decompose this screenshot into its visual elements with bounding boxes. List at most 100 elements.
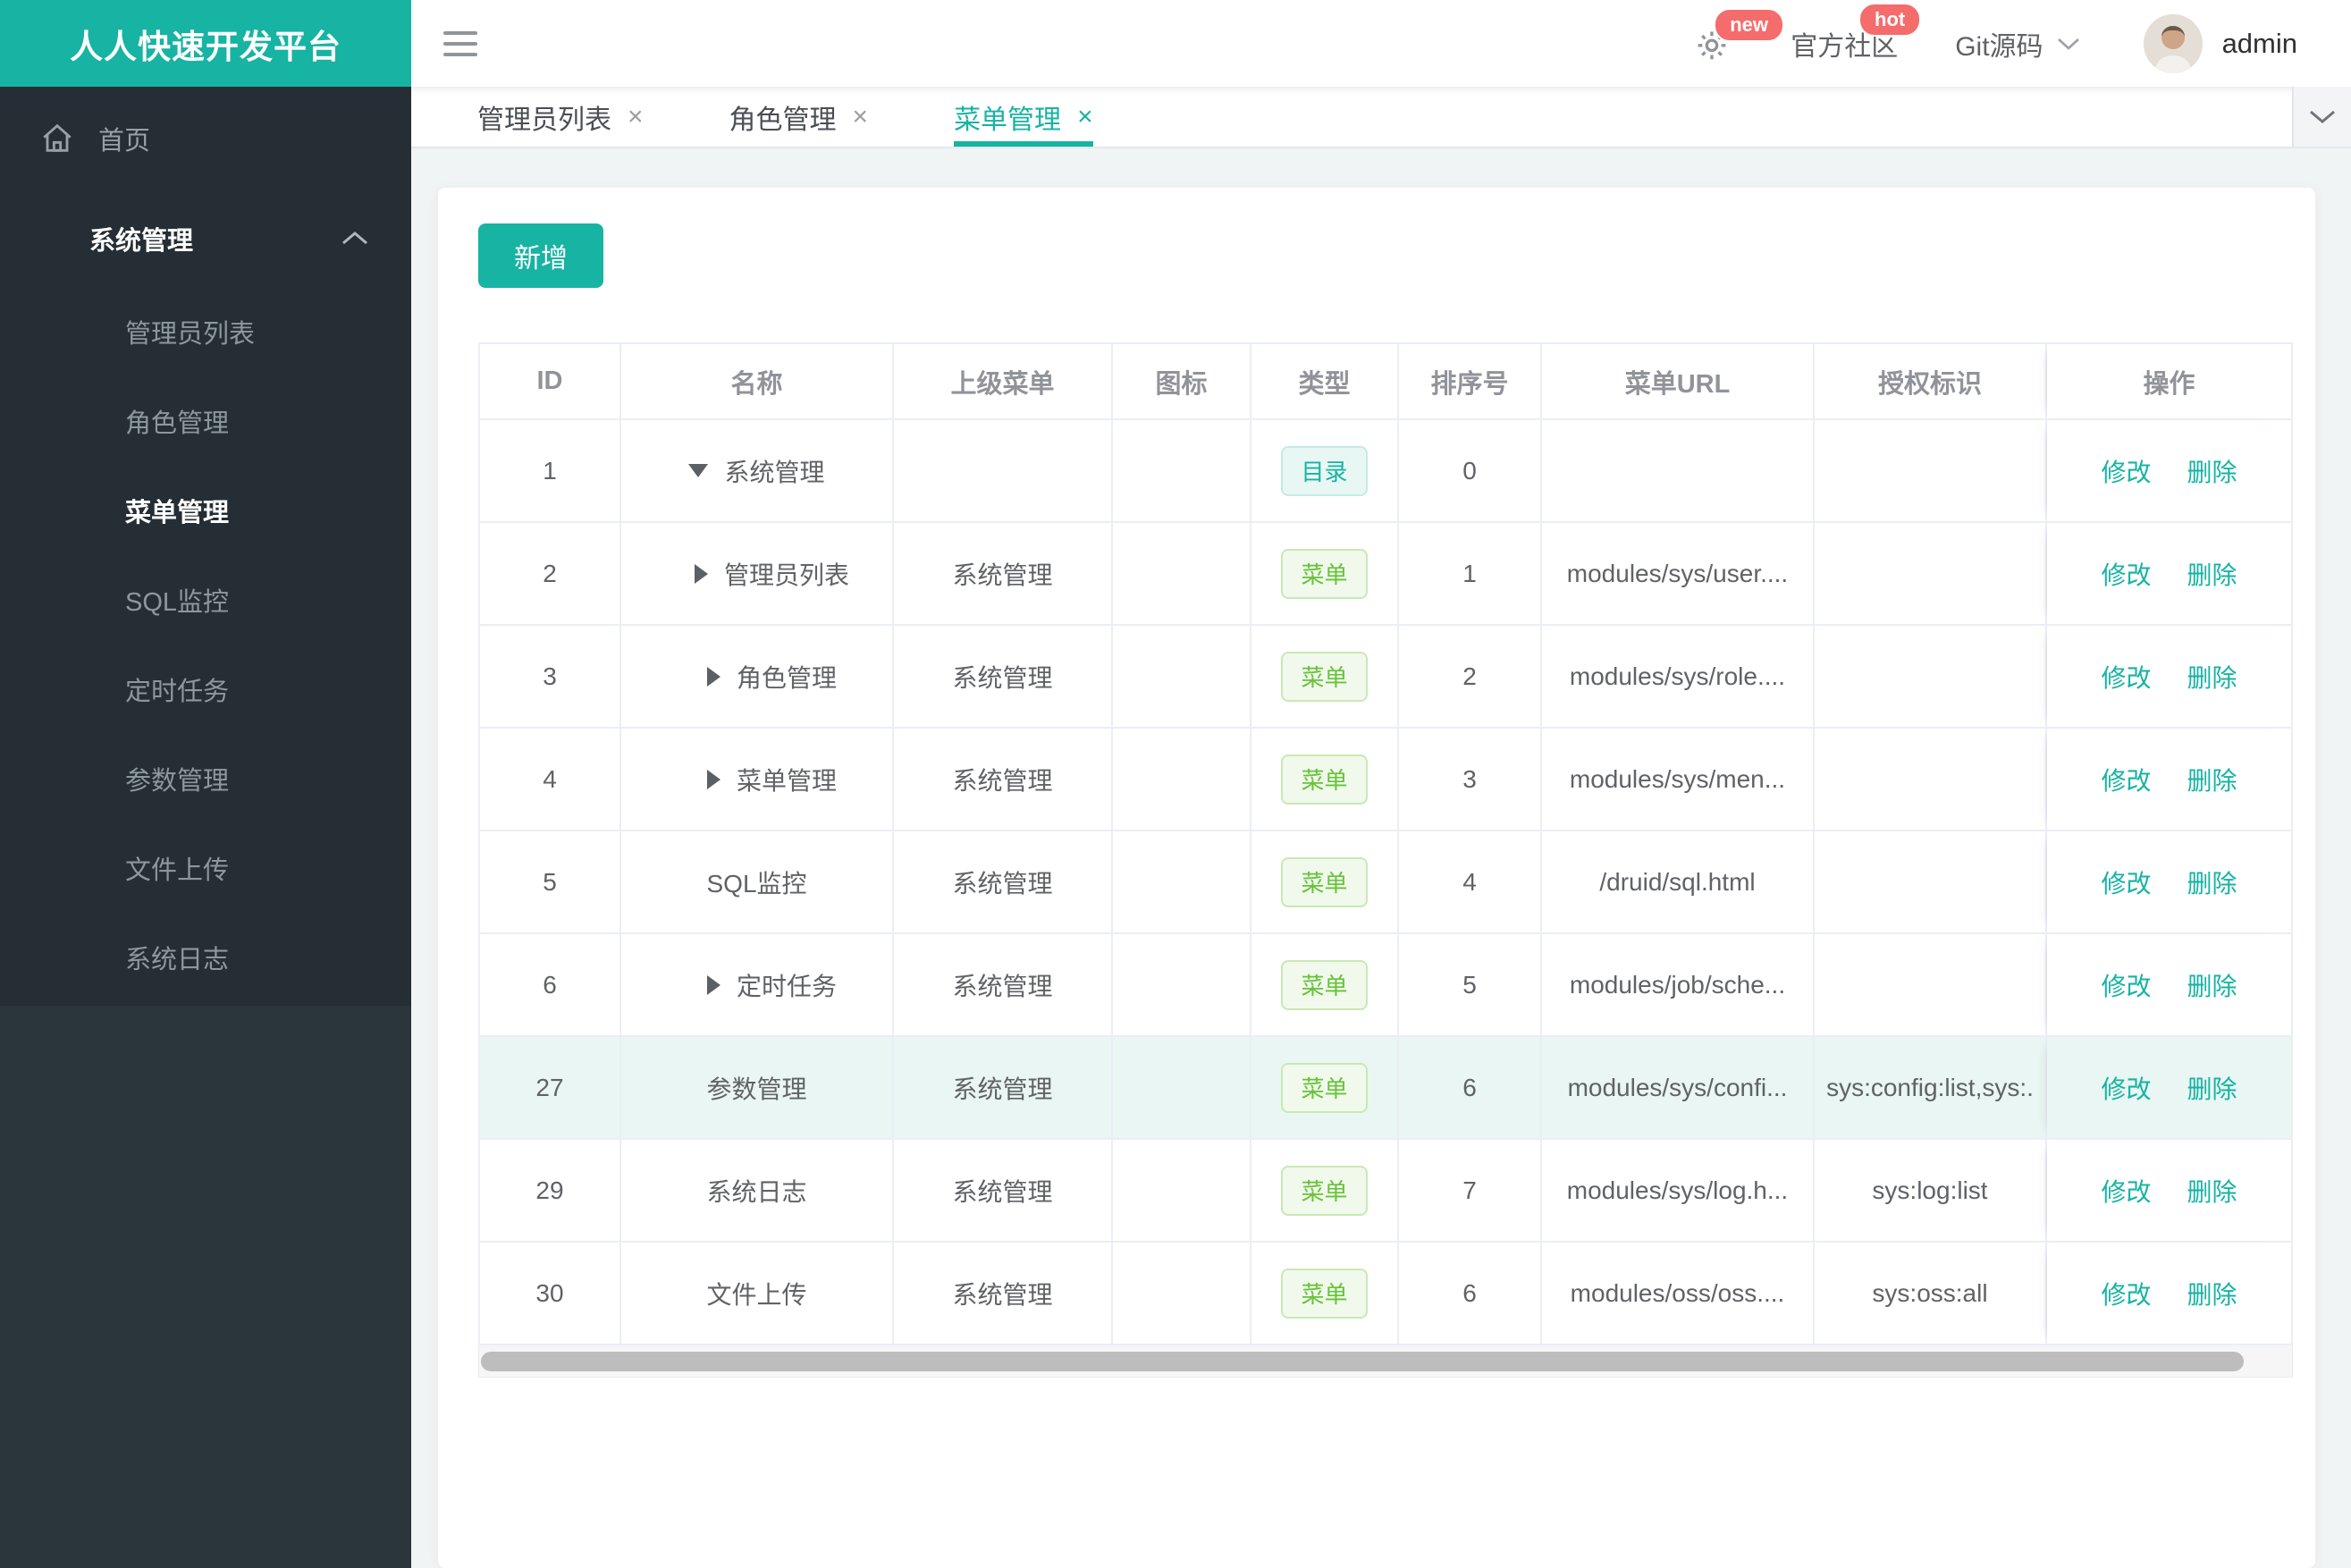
edit-link[interactable]: 修改: [2101, 864, 2151, 900]
expand-arrow-icon[interactable]: [706, 974, 720, 995]
delete-link[interactable]: 删除: [2187, 762, 2237, 797]
menu-name: 文件上传: [706, 1280, 807, 1309]
cell-menu-url: modules/oss/oss....: [1542, 1243, 1815, 1344]
tab-close-icon[interactable]: ×: [628, 102, 644, 132]
cell-permission: sys:config:list,sys:.: [1815, 1037, 2047, 1138]
collapse-arrow-icon[interactable]: [688, 464, 709, 477]
cell-order: 2: [1399, 626, 1542, 727]
cell-permission: [1815, 831, 2047, 932]
tab-close-icon[interactable]: ×: [1077, 102, 1093, 132]
add-button[interactable]: 新增: [478, 223, 603, 288]
cell-order: 0: [1399, 420, 1542, 521]
sidebar-item-0[interactable]: 管理员列表: [0, 287, 411, 376]
edit-link[interactable]: 修改: [2101, 659, 2151, 695]
delete-link[interactable]: 删除: [2187, 453, 2237, 489]
cell-actions: 修改 删除: [2047, 831, 2291, 932]
sidebar-item-4[interactable]: 定时任务: [0, 645, 411, 734]
sidebar-menu: 首页 系统管理 管理员列表 角色管理 菜单管理 SQL监控 定时任务 参数管理 文件上传 系统…: [0, 87, 411, 1006]
horizontal-scrollbar-thumb[interactable]: [481, 1352, 2244, 1371]
sidebar-item-3[interactable]: SQL监控: [0, 555, 411, 645]
edit-link[interactable]: 修改: [2101, 1276, 2151, 1311]
cell-type: 菜单: [1251, 1140, 1399, 1241]
cell-id: 1: [480, 420, 621, 521]
edit-link[interactable]: 修改: [2101, 967, 2151, 1003]
cell-order: 1: [1399, 523, 1542, 624]
delete-link[interactable]: 删除: [2187, 1070, 2237, 1106]
cell-menu-url: modules/sys/user....: [1542, 523, 1815, 624]
delete-link[interactable]: 删除: [2187, 556, 2237, 592]
settings-button[interactable]: new: [1692, 7, 1785, 65]
menu-table: ID 名称 上级菜单 图标 类型 排序号 菜单URL 授权标识 操作 1 系统管理 目录 0 修改 删除 2…: [478, 342, 2293, 1345]
app-title: 人人快速开发平台: [70, 28, 341, 65]
cell-icon: [1113, 626, 1251, 727]
edit-link[interactable]: 修改: [2101, 762, 2151, 797]
cell-parent-menu: [894, 420, 1113, 521]
community-link[interactable]: 官方社区 hot: [1791, 2, 1922, 63]
menu-name: 参数管理: [706, 1075, 807, 1103]
type-badge: 菜单: [1281, 856, 1368, 907]
sidebar-item-2[interactable]: 菜单管理: [0, 466, 411, 555]
type-badge: 目录: [1281, 445, 1368, 496]
cell-type: 菜单: [1251, 729, 1399, 830]
delete-link[interactable]: 删除: [2187, 967, 2237, 1003]
column-header-5: 排序号: [1399, 344, 1542, 418]
cell-order: 6: [1399, 1243, 1542, 1344]
cell-parent-menu: 系统管理: [894, 1243, 1113, 1344]
tab-label: 菜单管理: [954, 105, 1062, 135]
tab-2[interactable]: 菜单管理 ×: [954, 87, 1093, 147]
delete-link[interactable]: 删除: [2187, 864, 2237, 900]
cell-name: 定时任务: [621, 934, 894, 1035]
cell-permission: [1815, 729, 2047, 830]
hot-badge: hot: [1858, 2, 1922, 37]
cell-type: 菜单: [1251, 1037, 1399, 1138]
cell-order: 4: [1399, 831, 1542, 932]
cell-menu-url: [1542, 420, 1815, 521]
content-area: 新增 ID 名称 上级菜单 图标 类型 排序号 菜单URL 授权标识 操作 1 系统管理 目录 0 修改…: [411, 148, 2351, 1568]
expand-arrow-icon[interactable]: [694, 563, 708, 584]
delete-link[interactable]: 删除: [2187, 1276, 2237, 1311]
delete-link[interactable]: 删除: [2187, 1173, 2237, 1209]
sidebar-group-system[interactable]: 系统管理: [0, 203, 411, 274]
cell-order: 6: [1399, 1037, 1542, 1138]
edit-link[interactable]: 修改: [2101, 453, 2151, 489]
cell-id: 4: [480, 729, 621, 830]
cell-parent-menu: 系统管理: [894, 729, 1113, 830]
chevron-up-icon: [340, 229, 370, 249]
edit-link[interactable]: 修改: [2101, 1173, 2151, 1209]
expand-arrow-icon[interactable]: [706, 769, 720, 789]
delete-link[interactable]: 删除: [2187, 659, 2237, 695]
top-header: new 官方社区 hot Git源码 admin: [411, 0, 2351, 87]
menu-name: 系统管理: [724, 458, 825, 486]
cell-id: 5: [480, 831, 621, 932]
sidebar-item-5[interactable]: 参数管理: [0, 734, 411, 823]
cell-parent-menu: 系统管理: [894, 626, 1113, 727]
git-source-dropdown[interactable]: Git源码: [1955, 24, 2080, 63]
new-badge: new: [1714, 7, 1785, 42]
chevron-down-icon: [2043, 36, 2081, 52]
sidebar: 人人快速开发平台 首页 系统管理 管理员列表 角色管理 菜单管理 SQL监控 定时任务参…: [0, 0, 411, 1568]
tab-close-icon[interactable]: ×: [853, 102, 869, 132]
sidebar-item-7[interactable]: 系统日志: [0, 913, 411, 1002]
sidebar-toggle-icon[interactable]: [443, 24, 477, 63]
table-row: 27 参数管理 系统管理 菜单 6 modules/sys/confi... sys:con…: [480, 1037, 2291, 1140]
edit-link[interactable]: 修改: [2101, 556, 2151, 592]
username[interactable]: admin: [2222, 28, 2297, 60]
tabs-menu-button[interactable]: [2292, 87, 2351, 147]
tab-1[interactable]: 角色管理 ×: [729, 87, 869, 147]
expand-arrow-icon[interactable]: [706, 666, 720, 687]
cell-menu-url: /druid/sql.html: [1542, 831, 1815, 932]
cell-order: 5: [1399, 934, 1542, 1035]
sidebar-item-1[interactable]: 角色管理: [0, 376, 411, 466]
sidebar-item-home[interactable]: 首页: [0, 105, 411, 173]
horizontal-scrollbar-track[interactable]: [478, 1345, 2293, 1378]
cell-id: 30: [480, 1243, 621, 1344]
sidebar-item-6[interactable]: 文件上传: [0, 823, 411, 913]
sidebar-home-label: 首页: [98, 127, 151, 156]
tabs: 管理员列表 × 角色管理 × 菜单管理 ×: [411, 87, 1179, 147]
cell-actions: 修改 删除: [2047, 1140, 2291, 1241]
avatar[interactable]: [2143, 13, 2203, 73]
column-header-8: 操作: [2047, 344, 2291, 418]
tab-bar: 管理员列表 × 角色管理 × 菜单管理 ×: [411, 87, 2351, 148]
tab-0[interactable]: 管理员列表 ×: [477, 87, 644, 147]
edit-link[interactable]: 修改: [2101, 1070, 2151, 1106]
